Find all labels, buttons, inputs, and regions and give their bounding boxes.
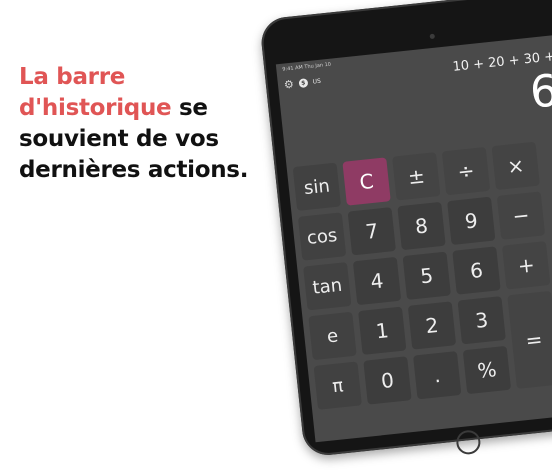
one-key[interactable]: 1: [358, 306, 407, 355]
e-key[interactable]: e: [308, 311, 357, 361]
tablet-frame: 9:41 AM Thu Jan 10 ◠ 100 ⚙ $ US 10 + 20 …: [259, 0, 552, 458]
five-key[interactable]: 5: [402, 251, 451, 300]
plus-minus-key[interactable]: ±: [392, 152, 441, 201]
decimal-key[interactable]: .: [413, 351, 462, 400]
three-key[interactable]: 3: [457, 296, 506, 345]
multiply-key[interactable]: ×: [491, 141, 540, 191]
divide-key[interactable]: ÷: [441, 146, 491, 196]
zero-key[interactable]: 0: [363, 356, 412, 405]
pi-key[interactable]: π: [313, 361, 362, 410]
four-key[interactable]: 4: [352, 256, 402, 306]
result-display: 69: [527, 62, 552, 119]
plus-key[interactable]: +: [502, 241, 551, 290]
six-key[interactable]: 6: [452, 246, 501, 295]
eight-key[interactable]: 8: [397, 201, 446, 251]
front-camera: [429, 33, 436, 40]
nine-key[interactable]: 9: [447, 196, 496, 245]
promo-highlight: La barre d'historique: [19, 64, 172, 121]
tan-key[interactable]: tan: [303, 262, 352, 311]
promo-line-3: souvient de vos: [19, 126, 219, 152]
seven-key[interactable]: 7: [347, 207, 396, 256]
promo-line-1-rest: se: [171, 95, 208, 121]
promo-text: La barre d'historique se souvient de vos…: [19, 62, 269, 186]
cos-key[interactable]: cos: [297, 212, 347, 261]
gear-icon[interactable]: ⚙: [283, 78, 294, 92]
tablet-device: 9:41 AM Thu Jan 10 ◠ 100 ⚙ $ US 10 + 20 …: [257, 0, 552, 458]
percent-key[interactable]: %: [462, 345, 512, 395]
toolbar: ⚙ $ US: [283, 76, 321, 92]
minus-key[interactable]: −: [496, 191, 546, 240]
clear-key[interactable]: C: [342, 157, 391, 206]
region-label[interactable]: US: [312, 78, 321, 86]
sin-key[interactable]: sin: [292, 162, 342, 211]
two-key[interactable]: 2: [407, 301, 457, 350]
currency-badge[interactable]: $: [298, 78, 309, 89]
home-button[interactable]: [455, 429, 482, 456]
status-time: 9:41 AM Thu Jan 10: [282, 61, 332, 73]
promo-line-4: dernières actions.: [19, 157, 249, 183]
equals-key[interactable]: =: [507, 290, 552, 389]
calculator-screen: 9:41 AM Thu Jan 10 ◠ 100 ⚙ $ US 10 + 20 …: [275, 30, 552, 443]
